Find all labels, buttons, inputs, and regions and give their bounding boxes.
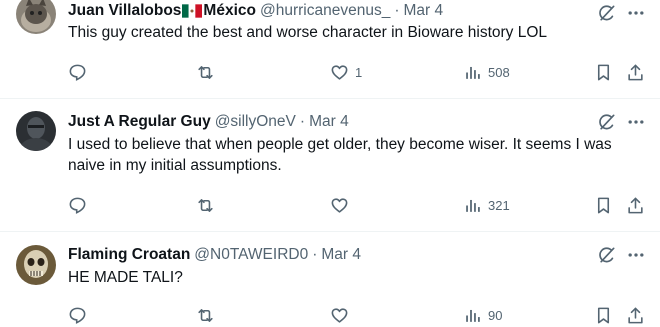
- avatar[interactable]: [16, 245, 56, 285]
- views-button[interactable]: 90: [463, 305, 502, 325]
- share-icon: [628, 64, 643, 80]
- more-options-icon[interactable]: [625, 2, 647, 24]
- views-button[interactable]: 321: [463, 195, 510, 215]
- reply-button[interactable]: [68, 195, 87, 215]
- tweet-2[interactable]: Just A Regular Guy @sillyOneV · Mar 4 I …: [0, 99, 660, 232]
- views-icon: [466, 309, 480, 322]
- avatar[interactable]: [16, 111, 56, 151]
- retweet-button[interactable]: [196, 305, 215, 325]
- heart-icon: [331, 64, 348, 80]
- share-button[interactable]: [626, 195, 645, 215]
- timestamp[interactable]: Mar 4: [309, 113, 349, 131]
- user-handle[interactable]: @hurricanevenus_: [260, 2, 390, 20]
- view-count: 90: [488, 307, 503, 323]
- avatar[interactable]: [16, 0, 56, 34]
- mexico-flag-icon: [182, 4, 203, 18]
- heart-icon: [331, 307, 348, 323]
- like-button[interactable]: [330, 195, 355, 215]
- like-button[interactable]: 1: [330, 62, 362, 82]
- retweet-icon: [198, 198, 213, 212]
- bookmark-button[interactable]: [594, 305, 613, 325]
- heart-icon: [331, 197, 348, 213]
- retweet-button[interactable]: [196, 62, 215, 82]
- views-icon: [466, 199, 480, 212]
- tweet-3[interactable]: Flaming Croatan @N0TAWEIRD0 · Mar 4 HE M…: [0, 232, 660, 327]
- display-name-suffix[interactable]: México: [203, 2, 256, 20]
- tweet-header: Juan Villalobos México @hurricanevenus_ …: [68, 1, 443, 21]
- reply-icon: [69, 64, 86, 81]
- retweet-icon: [198, 65, 213, 79]
- bookmark-icon: [597, 64, 610, 80]
- reply-icon: [69, 307, 86, 324]
- user-handle[interactable]: @N0TAWEIRD0: [194, 246, 308, 264]
- retweet-button[interactable]: [196, 195, 215, 215]
- tweet-actions: 90: [68, 305, 648, 325]
- display-name[interactable]: Juan Villalobos: [68, 2, 181, 20]
- bookmark-icon: [597, 307, 610, 323]
- share-icon: [628, 307, 643, 323]
- view-count: 508: [488, 64, 510, 80]
- reply-button[interactable]: [68, 62, 87, 82]
- separator-dot: ·: [312, 246, 318, 263]
- share-button[interactable]: [626, 62, 645, 82]
- bookmark-button[interactable]: [594, 195, 613, 215]
- tweet-1[interactable]: Juan Villalobos México @hurricanevenus_ …: [0, 0, 660, 100]
- retweet-icon: [198, 308, 213, 322]
- display-name[interactable]: Flaming Croatan: [68, 246, 190, 264]
- timestamp[interactable]: Mar 4: [321, 246, 361, 264]
- tweet-actions: 1 508: [68, 62, 648, 82]
- share-icon: [628, 197, 643, 213]
- display-name[interactable]: Just A Regular Guy: [68, 113, 211, 131]
- reply-icon: [69, 197, 86, 214]
- tweet-text: HE MADE TALI?: [68, 269, 183, 286]
- tweet-actions: 321: [68, 195, 648, 215]
- grok-icon[interactable]: [596, 2, 618, 24]
- user-handle[interactable]: @sillyOneV: [215, 113, 296, 131]
- tweet-text: I used to believe that when people get o…: [68, 136, 612, 174]
- tweet-header: Flaming Croatan @N0TAWEIRD0 · Mar 4: [68, 245, 361, 265]
- timestamp[interactable]: Mar 4: [404, 2, 444, 20]
- like-count: 1: [355, 64, 363, 80]
- separator-dot: ·: [394, 2, 400, 19]
- bookmark-icon: [597, 197, 610, 213]
- tweet-text: This guy created the best and worse char…: [68, 24, 548, 41]
- tweet-header: Just A Regular Guy @sillyOneV · Mar 4: [68, 112, 349, 132]
- cat-avatar-image: [16, 0, 56, 34]
- grok-icon[interactable]: [596, 111, 618, 133]
- share-button[interactable]: [626, 305, 645, 325]
- separator-dot: ·: [299, 113, 306, 130]
- bookmark-button[interactable]: [594, 62, 613, 82]
- views-button[interactable]: 508: [463, 62, 510, 82]
- more-options-icon[interactable]: [625, 244, 647, 266]
- views-icon: [466, 66, 480, 79]
- like-button[interactable]: [330, 305, 355, 325]
- dark-portrait-avatar-image: [16, 111, 56, 151]
- more-options-icon[interactable]: [625, 111, 647, 133]
- skull-avatar-image: [16, 245, 56, 285]
- view-count: 321: [488, 197, 510, 213]
- grok-icon[interactable]: [596, 244, 618, 266]
- reply-button[interactable]: [68, 305, 87, 325]
